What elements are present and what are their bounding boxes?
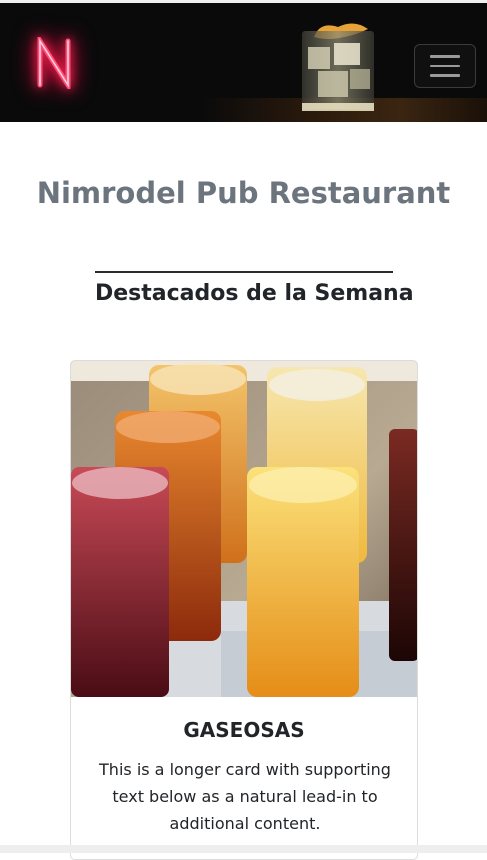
- product-card[interactable]: GASEOSAS This is a longer card with supp…: [70, 360, 418, 860]
- menu-toggle-button[interactable]: [414, 44, 476, 88]
- card-text: This is a longer card with supporting te…: [99, 760, 391, 833]
- site-title: Nimrodel Pub Restaurant: [36, 176, 451, 210]
- hamburger-line: [430, 64, 460, 68]
- hamburger-menu-icon: [430, 55, 460, 58]
- neon-n-logo-icon: [37, 37, 71, 89]
- hamburger-line: [430, 74, 460, 77]
- bottom-edge: [0, 845, 487, 853]
- section-header: Destacados de la Semana: [95, 271, 414, 306]
- section-title: Destacados de la Semana: [95, 281, 414, 306]
- soft-drinks-glasses-image: [71, 361, 417, 697]
- cocktail-glass-image: [302, 23, 374, 111]
- card-title: GASEOSAS: [183, 718, 305, 742]
- navbar: [0, 0, 487, 122]
- section-divider: [95, 271, 393, 273]
- brand-logo[interactable]: [30, 35, 78, 91]
